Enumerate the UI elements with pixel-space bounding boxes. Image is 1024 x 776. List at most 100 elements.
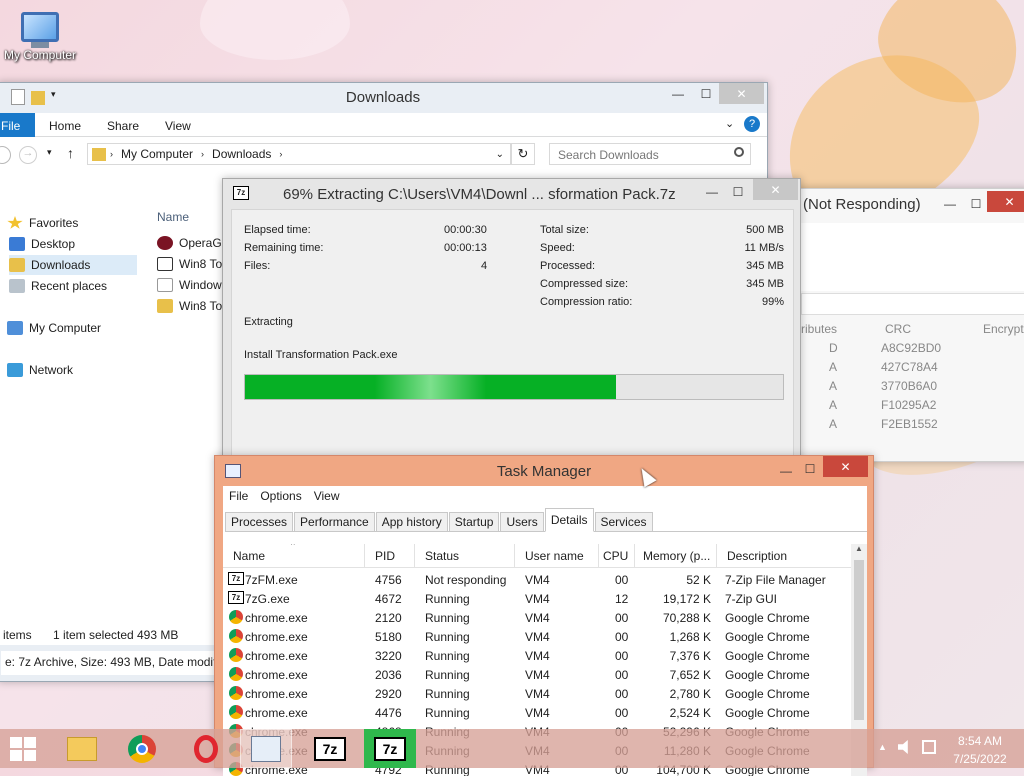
chrome-icon [128,734,156,763]
table-row[interactable]: chrome.exe 2120 Running VM4 00 70,288 K Google… [223,608,835,627]
sidebar-item-desktop[interactable]: Desktop [9,234,75,254]
address-bar[interactable]: › My Computer › Downloads › ⌄ [87,143,511,165]
tab-processes[interactable]: Processes [225,512,294,532]
close-button[interactable]: ✕ [987,191,1024,212]
cell-pid: 3220 [375,649,402,663]
menu-view[interactable]: View [314,489,340,503]
file-item[interactable]: Window [157,278,222,292]
table-row[interactable]: chrome.exe 4476 Running VM4 00 2,524 K Google … [223,703,835,722]
help-icon[interactable]: ? [744,116,760,132]
scrollbar-thumb[interactable] [854,560,864,720]
search-input[interactable]: Search Downloads [549,143,751,165]
ribbon-tab-file[interactable]: File [0,113,35,137]
table-row[interactable]: chrome.exe 5180 Running VM4 00 1,268 K Google … [223,627,835,646]
task-manager-taskbar-button[interactable] [240,729,292,768]
cell-cpu: 00 [615,687,629,701]
close-button[interactable]: ✕ [823,456,868,477]
up-button[interactable]: ↑ [67,145,74,161]
minimize-button[interactable]: — [773,460,799,481]
cell-desc: Google Chrome [725,687,810,701]
sidebar-item-favorites[interactable]: Favorites [7,213,78,233]
network-status-icon[interactable] [922,740,936,754]
tab-services[interactable]: Services [594,512,653,532]
back-button[interactable] [0,146,11,164]
tab-users[interactable]: Users [500,512,544,532]
chrome-taskbar-button[interactable] [116,729,168,768]
minimize-button[interactable]: — [665,83,691,104]
show-hidden-icons[interactable]: ▲ [878,742,887,752]
file-item[interactable]: Win8 To [157,257,222,271]
breadcrumb-downloads[interactable]: Downloads [212,147,271,161]
dialog-title: 69% Extracting C:\Users\VM4\Downl ... sf… [283,186,676,203]
refresh-button[interactable]: ↻ [511,143,535,165]
attr-cell: A [829,379,838,393]
7zip-icon: 7z [228,572,244,585]
opera-taskbar-button[interactable] [180,729,232,768]
sidebar-item-downloads[interactable]: Downloads [9,255,137,275]
recent-locations-icon[interactable]: ▾ [47,147,52,158]
close-button[interactable]: ✕ [753,179,798,200]
file-explorer-taskbar-button[interactable] [56,729,108,768]
table-row[interactable]: chrome.exe 2036 Running VM4 00 7,652 K Google … [223,665,835,684]
breadcrumb-my-computer[interactable]: My Computer [121,147,193,161]
clock-time[interactable]: 8:54 AM [944,734,1016,748]
maximize-button[interactable]: ☐ [797,458,823,479]
file-item[interactable]: OperaGX [157,236,230,250]
minimize-button[interactable]: — [699,181,725,202]
column-pid[interactable]: PID [365,544,415,568]
7zip-fm-taskbar-button[interactable]: 7z [304,729,356,768]
column-header-name[interactable]: Name [157,210,189,224]
scroll-up-icon[interactable]: ▲ [851,544,867,560]
column-crc[interactable]: CRC [885,322,911,336]
column-attributes[interactable]: ributes [801,322,837,336]
menu-options[interactable]: Options [260,489,301,503]
close-button[interactable]: ✕ [719,83,764,104]
compression-ratio-label: Compression ratio: [540,296,633,308]
window-title: (Not Responding) [803,196,921,213]
column-description[interactable]: Description [717,544,851,568]
maximize-button[interactable]: ☐ [963,193,989,214]
tab-details[interactable]: Details [544,508,594,532]
compressed-size-label: Compressed size: [540,278,629,290]
cell-user: VM4 [525,630,550,644]
files-label: Files: [244,260,271,272]
list-item[interactable]: A F10295A2 [801,398,1024,417]
table-row[interactable]: chrome.exe 3220 Running VM4 00 7,376 K Google … [223,646,835,665]
start-button[interactable] [0,729,46,768]
maximize-button[interactable]: ☐ [725,181,751,202]
file-list-header: ributes CRC Encrypt [801,321,1024,339]
sidebar-item-my-computer[interactable]: My Computer [7,318,101,338]
column-memory[interactable]: Memory (p... [635,544,717,568]
column-user-name[interactable]: User name [515,544,599,568]
maximize-button[interactable]: ☐ [693,83,719,104]
menu-file[interactable]: File [229,489,248,503]
list-item[interactable]: A 3770B6A0 [801,379,1024,398]
table-row[interactable]: 7z 7zG.exe 4672 Running VM4 12 19,172 K 7-Zip G… [223,589,835,608]
minimize-button[interactable]: — [937,193,963,214]
ribbon-tab-home[interactable]: Home [49,119,81,133]
tab-startup[interactable]: Startup [448,512,500,532]
tab-app-history[interactable]: App history [375,512,448,532]
search-icon[interactable] [734,147,744,157]
file-item[interactable]: Win8 To [157,299,222,313]
forward-button[interactable]: → [19,146,37,164]
table-row[interactable]: 7z 7zFM.exe 4756 Not responding VM4 00 52 K 7-Z… [223,570,835,589]
table-row[interactable]: chrome.exe 2920 Running VM4 00 2,780 K Google … [223,684,835,703]
ribbon-tab-view[interactable]: View [165,119,191,133]
clock-date[interactable]: 7/25/2022 [944,752,1016,766]
desktop-icon-my-computer[interactable]: My Computer [0,8,80,78]
ribbon-tab-share[interactable]: Share [107,119,139,133]
sidebar-item-network[interactable]: Network [7,360,73,380]
list-item[interactable]: A 427C78A4 [801,360,1024,379]
expand-ribbon-icon[interactable]: ⌄ [725,117,734,130]
list-item[interactable]: A F2EB1552 [801,417,1024,436]
list-item[interactable]: D A8C92BD0 [801,341,1024,360]
column-cpu[interactable]: CPU [599,544,635,568]
tab-performance[interactable]: Performance [294,512,375,532]
column-encrypted[interactable]: Encrypt [983,322,1024,336]
7zip-gui-taskbar-button[interactable]: 7z [364,729,416,768]
path-field[interactable] [801,293,1024,315]
address-dropdown-icon[interactable]: ⌄ [496,149,504,160]
column-status[interactable]: Status [415,544,515,568]
sidebar-item-recent-places[interactable]: Recent places [9,276,107,296]
